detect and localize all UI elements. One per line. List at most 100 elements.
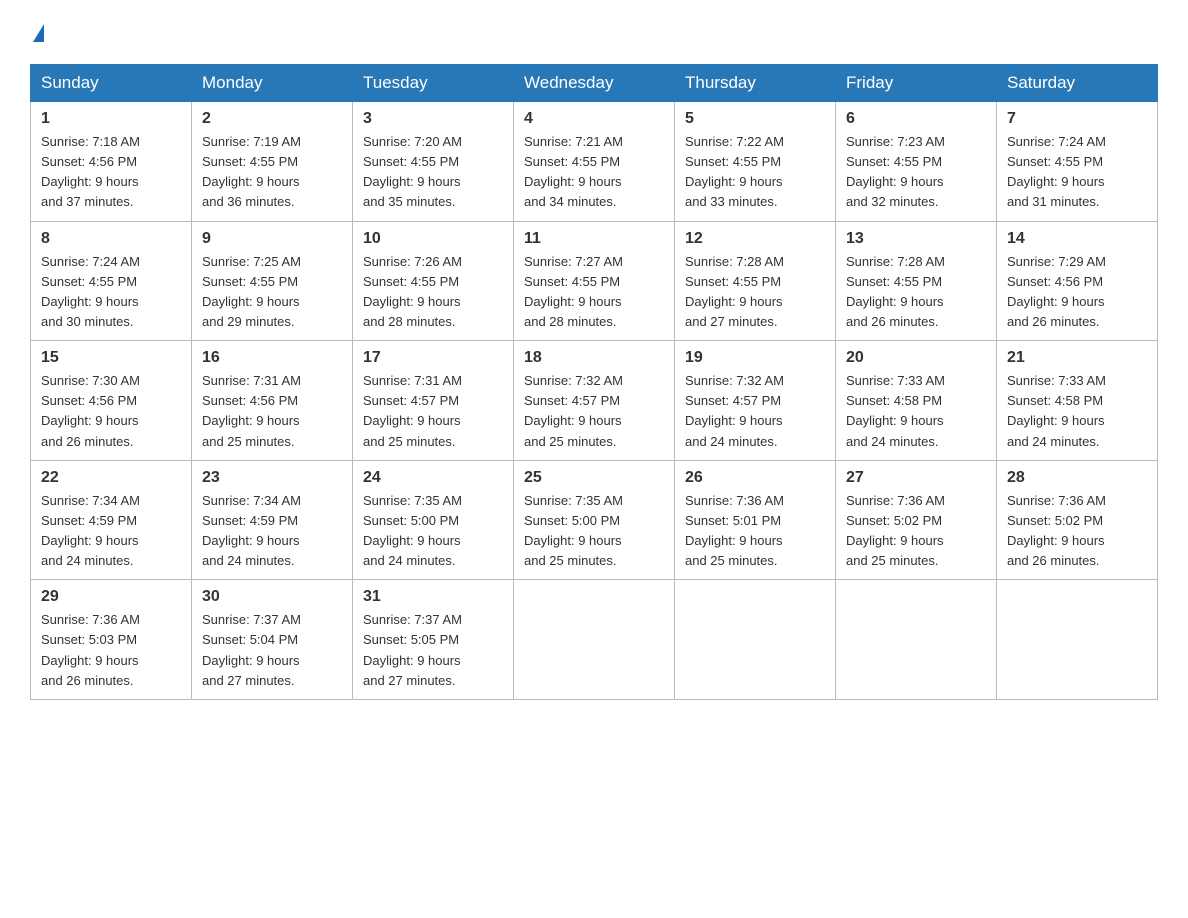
calendar-day-cell: 18 Sunrise: 7:32 AMSunset: 4:57 PMDayligh… bbox=[514, 341, 675, 461]
calendar-day-cell bbox=[997, 580, 1158, 700]
day-info: Sunrise: 7:31 AMSunset: 4:56 PMDaylight:… bbox=[202, 371, 342, 452]
calendar-day-cell: 4 Sunrise: 7:21 AMSunset: 4:55 PMDaylight… bbox=[514, 102, 675, 222]
calendar-day-cell: 12Sunrise: 7:28 AMSunset: 4:55 PMDayligh… bbox=[675, 221, 836, 341]
logo-triangle-icon bbox=[33, 24, 44, 42]
calendar-day-cell: 6 Sunrise: 7:23 AMSunset: 4:55 PMDaylight… bbox=[836, 102, 997, 222]
day-info: Sunrise: 7:20 AMSunset: 4:55 PMDaylight:… bbox=[363, 132, 503, 213]
calendar-day-cell: 7 Sunrise: 7:24 AMSunset: 4:55 PMDaylight… bbox=[997, 102, 1158, 222]
day-number: 9 bbox=[202, 230, 342, 248]
day-number: 15 bbox=[41, 349, 181, 367]
calendar-day-cell: 15Sunrise: 7:30 AMSunset: 4:56 PMDayligh… bbox=[31, 341, 192, 461]
day-info: Sunrise: 7:34 AMSunset: 4:59 PMDaylight:… bbox=[202, 491, 342, 572]
day-info: Sunrise: 7:34 AMSunset: 4:59 PMDaylight:… bbox=[41, 491, 181, 572]
calendar-day-cell: 30 Sunrise: 7:37 AMSunset: 5:04 PMDayligh… bbox=[192, 580, 353, 700]
day-number: 6 bbox=[846, 110, 986, 128]
day-number: 19 bbox=[685, 349, 825, 367]
day-number: 17 bbox=[363, 349, 503, 367]
calendar-week-row: 1 Sunrise: 7:18 AMSunset: 4:56 PMDaylight… bbox=[31, 102, 1158, 222]
calendar-day-cell: 19 Sunrise: 7:32 AMSunset: 4:57 PMDayligh… bbox=[675, 341, 836, 461]
page-header bbox=[30, 24, 1158, 46]
calendar-day-cell: 14 Sunrise: 7:29 AMSunset: 4:56 PMDayligh… bbox=[997, 221, 1158, 341]
day-info: Sunrise: 7:25 AMSunset: 4:55 PMDaylight:… bbox=[202, 252, 342, 333]
day-info: Sunrise: 7:32 AMSunset: 4:57 PMDaylight:… bbox=[524, 371, 664, 452]
day-info: Sunrise: 7:33 AMSunset: 4:58 PMDaylight:… bbox=[846, 371, 986, 452]
calendar-day-cell: 2Sunrise: 7:19 AMSunset: 4:55 PMDaylight… bbox=[192, 102, 353, 222]
day-number: 4 bbox=[524, 110, 664, 128]
calendar-day-cell: 13 Sunrise: 7:28 AMSunset: 4:55 PMDayligh… bbox=[836, 221, 997, 341]
weekday-header-monday: Monday bbox=[192, 65, 353, 102]
calendar-day-cell: 26Sunrise: 7:36 AMSunset: 5:01 PMDayligh… bbox=[675, 460, 836, 580]
day-number: 5 bbox=[685, 110, 825, 128]
calendar-day-cell: 29 Sunrise: 7:36 AMSunset: 5:03 PMDayligh… bbox=[31, 580, 192, 700]
logo bbox=[30, 24, 44, 46]
day-number: 7 bbox=[1007, 110, 1147, 128]
calendar-week-row: 8 Sunrise: 7:24 AMSunset: 4:55 PMDaylight… bbox=[31, 221, 1158, 341]
day-info: Sunrise: 7:37 AMSunset: 5:04 PMDaylight:… bbox=[202, 610, 342, 691]
day-info: Sunrise: 7:28 AMSunset: 4:55 PMDaylight:… bbox=[846, 252, 986, 333]
calendar-table: SundayMondayTuesdayWednesdayThursdayFrid… bbox=[30, 64, 1158, 700]
calendar-header-row: SundayMondayTuesdayWednesdayThursdayFrid… bbox=[31, 65, 1158, 102]
day-info: Sunrise: 7:21 AMSunset: 4:55 PMDaylight:… bbox=[524, 132, 664, 213]
day-number: 30 bbox=[202, 588, 342, 606]
day-info: Sunrise: 7:24 AMSunset: 4:55 PMDaylight:… bbox=[41, 252, 181, 333]
day-info: Sunrise: 7:32 AMSunset: 4:57 PMDaylight:… bbox=[685, 371, 825, 452]
calendar-day-cell: 8 Sunrise: 7:24 AMSunset: 4:55 PMDaylight… bbox=[31, 221, 192, 341]
day-number: 24 bbox=[363, 469, 503, 487]
weekday-header-saturday: Saturday bbox=[997, 65, 1158, 102]
calendar-day-cell: 5 Sunrise: 7:22 AMSunset: 4:55 PMDaylight… bbox=[675, 102, 836, 222]
calendar-day-cell: 21Sunrise: 7:33 AMSunset: 4:58 PMDayligh… bbox=[997, 341, 1158, 461]
day-number: 23 bbox=[202, 469, 342, 487]
calendar-day-cell: 23 Sunrise: 7:34 AMSunset: 4:59 PMDayligh… bbox=[192, 460, 353, 580]
calendar-week-row: 22Sunrise: 7:34 AMSunset: 4:59 PMDayligh… bbox=[31, 460, 1158, 580]
day-info: Sunrise: 7:23 AMSunset: 4:55 PMDaylight:… bbox=[846, 132, 986, 213]
day-number: 1 bbox=[41, 110, 181, 128]
weekday-header-tuesday: Tuesday bbox=[353, 65, 514, 102]
day-info: Sunrise: 7:35 AMSunset: 5:00 PMDaylight:… bbox=[524, 491, 664, 572]
day-number: 31 bbox=[363, 588, 503, 606]
calendar-day-cell: 25Sunrise: 7:35 AMSunset: 5:00 PMDayligh… bbox=[514, 460, 675, 580]
weekday-header-wednesday: Wednesday bbox=[514, 65, 675, 102]
day-info: Sunrise: 7:29 AMSunset: 4:56 PMDaylight:… bbox=[1007, 252, 1147, 333]
day-info: Sunrise: 7:36 AMSunset: 5:02 PMDaylight:… bbox=[1007, 491, 1147, 572]
day-info: Sunrise: 7:24 AMSunset: 4:55 PMDaylight:… bbox=[1007, 132, 1147, 213]
calendar-day-cell: 24 Sunrise: 7:35 AMSunset: 5:00 PMDayligh… bbox=[353, 460, 514, 580]
day-number: 29 bbox=[41, 588, 181, 606]
day-number: 20 bbox=[846, 349, 986, 367]
day-info: Sunrise: 7:36 AMSunset: 5:03 PMDaylight:… bbox=[41, 610, 181, 691]
weekday-header-thursday: Thursday bbox=[675, 65, 836, 102]
day-info: Sunrise: 7:27 AMSunset: 4:55 PMDaylight:… bbox=[524, 252, 664, 333]
day-number: 3 bbox=[363, 110, 503, 128]
calendar-week-row: 15Sunrise: 7:30 AMSunset: 4:56 PMDayligh… bbox=[31, 341, 1158, 461]
day-number: 10 bbox=[363, 230, 503, 248]
day-info: Sunrise: 7:35 AMSunset: 5:00 PMDaylight:… bbox=[363, 491, 503, 572]
day-info: Sunrise: 7:36 AMSunset: 5:02 PMDaylight:… bbox=[846, 491, 986, 572]
day-info: Sunrise: 7:18 AMSunset: 4:56 PMDaylight:… bbox=[41, 132, 181, 213]
calendar-day-cell: 28 Sunrise: 7:36 AMSunset: 5:02 PMDayligh… bbox=[997, 460, 1158, 580]
day-number: 11 bbox=[524, 230, 664, 248]
day-info: Sunrise: 7:37 AMSunset: 5:05 PMDaylight:… bbox=[363, 610, 503, 691]
calendar-day-cell: 3 Sunrise: 7:20 AMSunset: 4:55 PMDaylight… bbox=[353, 102, 514, 222]
day-number: 28 bbox=[1007, 469, 1147, 487]
calendar-day-cell bbox=[514, 580, 675, 700]
day-number: 18 bbox=[524, 349, 664, 367]
day-number: 13 bbox=[846, 230, 986, 248]
day-number: 16 bbox=[202, 349, 342, 367]
day-number: 12 bbox=[685, 230, 825, 248]
weekday-header-sunday: Sunday bbox=[31, 65, 192, 102]
calendar-day-cell: 17Sunrise: 7:31 AMSunset: 4:57 PMDayligh… bbox=[353, 341, 514, 461]
day-info: Sunrise: 7:26 AMSunset: 4:55 PMDaylight:… bbox=[363, 252, 503, 333]
calendar-day-cell bbox=[836, 580, 997, 700]
calendar-day-cell: 20 Sunrise: 7:33 AMSunset: 4:58 PMDayligh… bbox=[836, 341, 997, 461]
day-number: 14 bbox=[1007, 230, 1147, 248]
calendar-week-row: 29 Sunrise: 7:36 AMSunset: 5:03 PMDayligh… bbox=[31, 580, 1158, 700]
calendar-day-cell: 10 Sunrise: 7:26 AMSunset: 4:55 PMDayligh… bbox=[353, 221, 514, 341]
day-info: Sunrise: 7:33 AMSunset: 4:58 PMDaylight:… bbox=[1007, 371, 1147, 452]
day-number: 8 bbox=[41, 230, 181, 248]
weekday-header-friday: Friday bbox=[836, 65, 997, 102]
day-number: 26 bbox=[685, 469, 825, 487]
calendar-day-cell: 9 Sunrise: 7:25 AMSunset: 4:55 PMDaylight… bbox=[192, 221, 353, 341]
calendar-day-cell bbox=[675, 580, 836, 700]
day-number: 27 bbox=[846, 469, 986, 487]
day-info: Sunrise: 7:22 AMSunset: 4:55 PMDaylight:… bbox=[685, 132, 825, 213]
calendar-day-cell: 16 Sunrise: 7:31 AMSunset: 4:56 PMDayligh… bbox=[192, 341, 353, 461]
